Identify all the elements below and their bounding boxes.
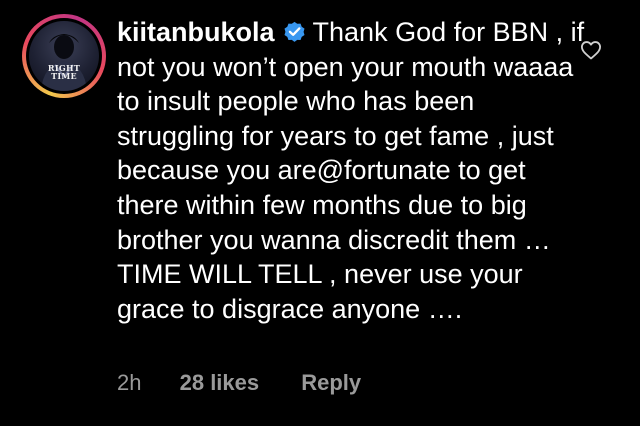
avatar-caption-line2: TIME <box>51 71 77 81</box>
avatar-caption: RIGHT TIME <box>37 64 91 80</box>
timestamp: 2h <box>117 370 142 395</box>
avatar[interactable]: RIGHT TIME <box>22 14 106 98</box>
avatar-ring-gap: RIGHT TIME <box>26 18 102 94</box>
heart-outline-icon[interactable] <box>580 40 602 60</box>
comment-text: Thank God for BBN , if not you won’t ope… <box>117 17 585 324</box>
comment-body: kiitanbukola Thank God for BBN , if not … <box>117 15 587 326</box>
username[interactable]: kiitanbukola <box>117 17 275 47</box>
verified-badge-icon <box>284 21 305 42</box>
reply-button[interactable]: Reply <box>301 369 361 397</box>
likes-count[interactable]: 28 likes <box>180 369 260 397</box>
comment-meta: 2h 28 likes Reply <box>117 369 361 397</box>
avatar-photo: RIGHT TIME <box>29 21 99 91</box>
comment: RIGHT TIME kiitanbukola Thank God for BB… <box>0 0 640 426</box>
